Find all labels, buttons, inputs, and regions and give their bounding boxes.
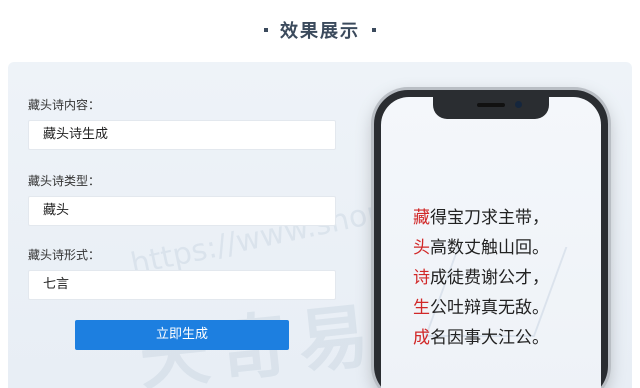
- section-header: 效果展示: [0, 0, 640, 60]
- poem-line: 藏得宝刀求主带，: [413, 208, 549, 228]
- form-input[interactable]: 七言: [28, 270, 336, 300]
- poem-output: 藏得宝刀求主带， 头高数丈触山回。 诗成徒费谢公才， 生公吐辩真无敌。 成名因事…: [413, 203, 601, 353]
- phone-mockup: 藏得宝刀求主带， 头高数丈触山回。 诗成徒费谢公才， 生公吐辩真无敌。 成名因事…: [374, 90, 608, 388]
- type-input[interactable]: 藏头: [28, 196, 336, 226]
- header-dot-right: [372, 28, 376, 32]
- content-input[interactable]: 藏头诗生成: [28, 120, 336, 150]
- poem-line: 生公吐辩真无敌。: [413, 298, 549, 318]
- content-label: 藏头诗内容：: [28, 98, 101, 112]
- section-title: 效果展示: [280, 21, 360, 42]
- type-label: 藏头诗类型：: [28, 174, 101, 188]
- phone-notch: [433, 97, 549, 119]
- poem-line: 诗成徒费谢公才，: [413, 268, 549, 288]
- speaker-icon: [477, 103, 505, 107]
- header-dot-left: [264, 28, 268, 32]
- generate-button[interactable]: 立即生成: [75, 320, 289, 350]
- demo-panel: https://www.shopxx 天奇易网 藏头诗内容： 藏头诗生成 藏头诗…: [8, 62, 632, 388]
- poem-line: 成名因事大江公。: [413, 328, 549, 348]
- form-label: 藏头诗形式：: [28, 248, 101, 262]
- phone-screen: 藏得宝刀求主带， 头高数丈触山回。 诗成徒费谢公才， 生公吐辩真无敌。 成名因事…: [381, 97, 601, 388]
- camera-icon: [515, 101, 522, 108]
- poem-line: 头高数丈触山回。: [413, 238, 549, 258]
